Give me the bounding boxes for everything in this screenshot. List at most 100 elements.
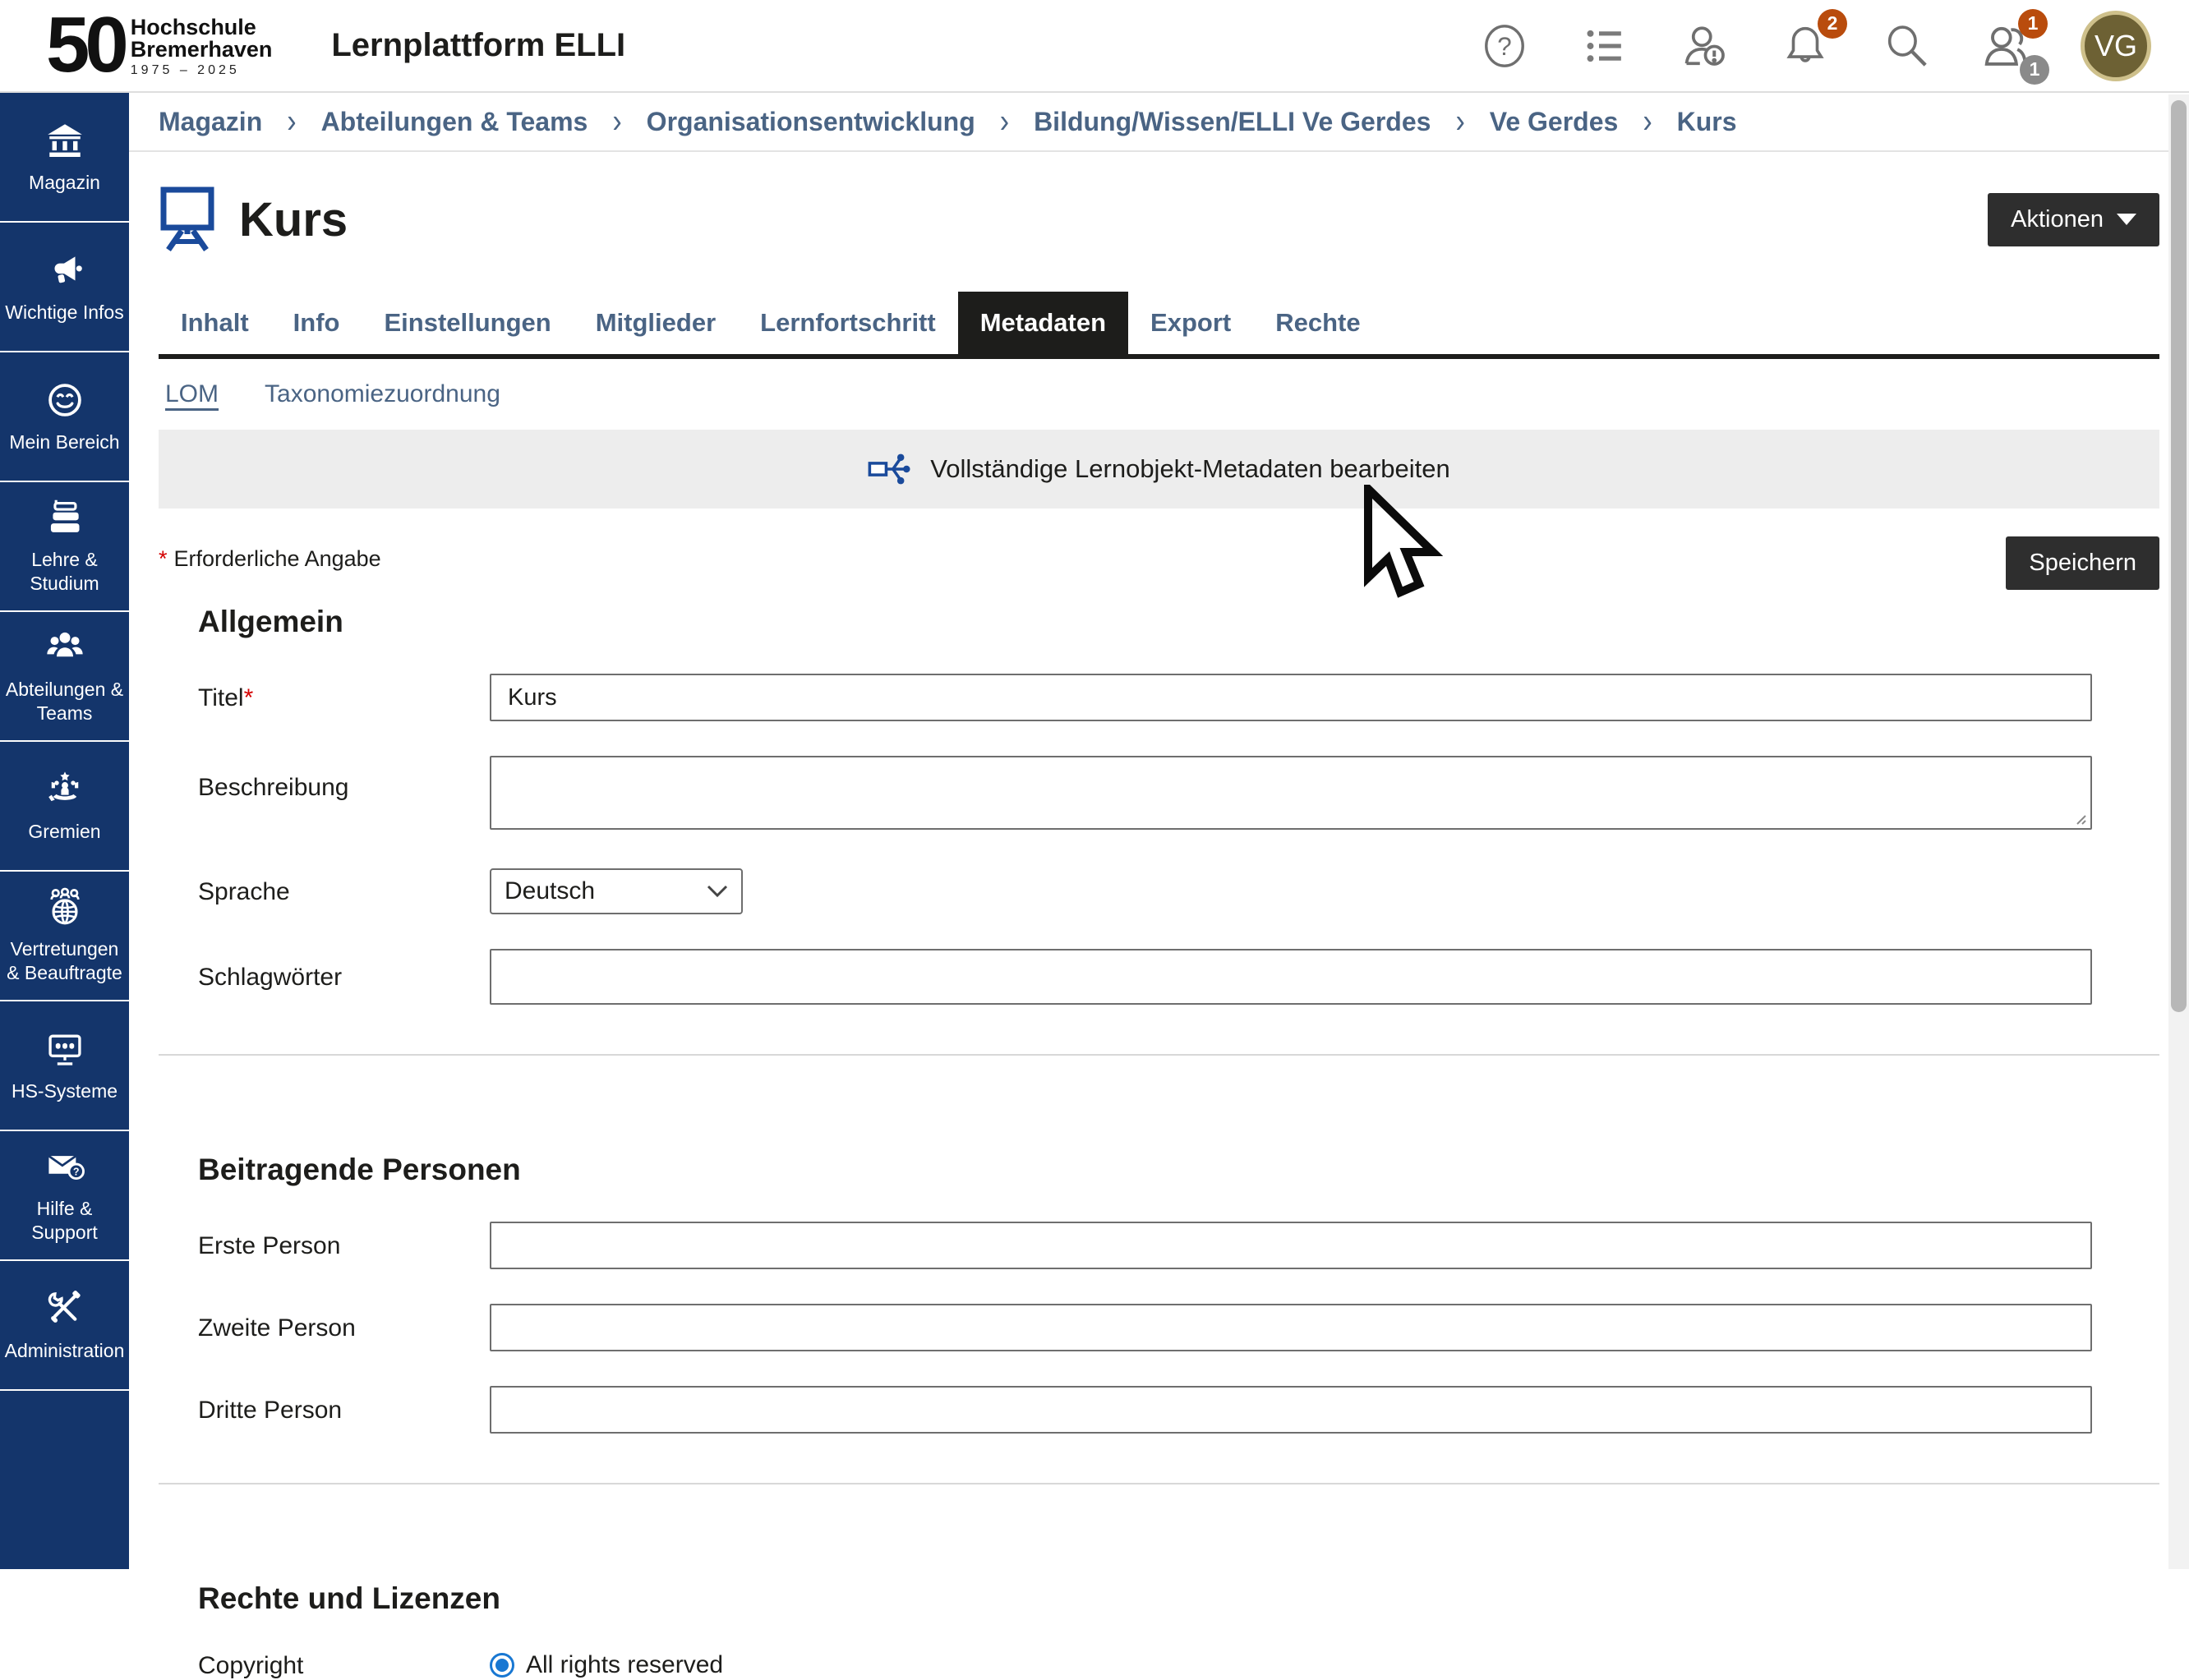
- sidebar-item-label: Administration: [5, 1339, 125, 1363]
- contacts-badge-bottom: 1: [2020, 55, 2049, 85]
- breadcrumb-bildung-wissen[interactable]: Bildung/Wissen/ELLI Ve Gerdes: [1034, 107, 1431, 137]
- contacts-badge-top: 1: [2018, 9, 2048, 39]
- user-awareness-icon[interactable]: [1680, 21, 1730, 71]
- books-icon: [44, 497, 85, 538]
- sidebar-item-hilfe-support[interactable]: ? Hilfe & Support: [0, 1131, 129, 1261]
- tools-icon: [44, 1288, 85, 1329]
- sidebar-item-lehre-studium[interactable]: Lehre & Studium: [0, 482, 129, 612]
- university-logo: 50 Hochschule Bremerhaven 1975 – 2025: [46, 14, 272, 77]
- required-hint: *Erforderliche Angabe: [159, 536, 381, 572]
- course-board-icon: [159, 186, 216, 252]
- section-divider: [159, 1054, 2159, 1056]
- titel-label: Titel*: [198, 683, 490, 712]
- app-title: Lernplattform ELLI: [331, 27, 625, 64]
- breadcrumb-kurs[interactable]: Kurs: [1677, 107, 1737, 137]
- sidebar-item-label: Magazin: [29, 171, 100, 195]
- dritte-person-input[interactable]: [490, 1386, 2092, 1434]
- subtab-bar: LOM Taxonomiezuordnung: [159, 359, 2159, 430]
- schlagwoerter-input[interactable]: [490, 949, 2092, 1005]
- erste-person-label: Erste Person: [198, 1231, 490, 1260]
- breadcrumb-abteilungen[interactable]: Abteilungen & Teams: [321, 107, 588, 137]
- avatar[interactable]: VG: [2081, 11, 2151, 81]
- help-icon[interactable]: ?: [1479, 21, 1530, 71]
- tab-metadaten[interactable]: Metadaten: [958, 292, 1128, 354]
- chevron-right-icon: ›: [287, 103, 296, 141]
- tab-lernfortschritt[interactable]: Lernfortschritt: [738, 292, 958, 354]
- beschreibung-label: Beschreibung: [198, 756, 490, 802]
- section-heading-allgemein: Allgemein: [198, 605, 2159, 639]
- sidebar-item-wichtige-infos[interactable]: Wichtige Infos: [0, 223, 129, 352]
- sidebar-item-label: Lehre & Studium: [5, 548, 124, 596]
- schlagwoerter-label: Schlagwörter: [198, 962, 490, 992]
- monitor-icon: [44, 1029, 85, 1070]
- chevron-down-icon: [707, 885, 728, 898]
- section-heading-beitragende: Beitragende Personen: [198, 1153, 2159, 1187]
- sidebar-item-label: HS-Systeme: [12, 1079, 118, 1103]
- sidebar-item-vertretungen[interactable]: Vertretungen & Beauftragte: [0, 872, 129, 1001]
- sidebar-item-gremien[interactable]: Gremien: [0, 742, 129, 872]
- tab-einstellungen[interactable]: Einstellungen: [362, 292, 573, 354]
- sidebar-item-mein-bereich[interactable]: Mein Bereich: [0, 352, 129, 482]
- tab-bar: Inhalt Info Einstellungen Mitglieder Ler…: [159, 292, 2159, 359]
- committee-icon: [44, 769, 85, 810]
- subtab-taxonomiezuordnung[interactable]: Taxonomiezuordnung: [265, 380, 500, 408]
- sidebar-item-hs-systeme[interactable]: HS-Systeme: [0, 1001, 129, 1131]
- vertical-scrollbar[interactable]: [2168, 94, 2189, 1569]
- search-icon[interactable]: [1880, 21, 1931, 71]
- section-divider: [159, 1483, 2159, 1484]
- svg-text:?: ?: [72, 1167, 79, 1178]
- notifications-bell-icon[interactable]: 2: [1780, 21, 1831, 71]
- sidebar-item-label: Mein Bereich: [9, 430, 119, 454]
- logo-line1: Hochschule: [131, 16, 273, 39]
- sidebar-item-label: Hilfe & Support: [5, 1197, 124, 1245]
- breadcrumb-ve-gerdes[interactable]: Ve Gerdes: [1490, 107, 1619, 137]
- page-title: Kurs: [239, 192, 348, 247]
- breadcrumb-organisationsentwicklung[interactable]: Organisationsentwicklung: [647, 107, 975, 137]
- megaphone-icon: [44, 250, 85, 291]
- scrollbar-thumb[interactable]: [2171, 100, 2187, 1012]
- main-area: Magazin › Abteilungen & Teams › Organisa…: [129, 93, 2189, 1569]
- sprache-selected-value: Deutsch: [505, 877, 707, 905]
- chevron-right-icon: ›: [1455, 103, 1464, 141]
- titel-input[interactable]: [490, 674, 2092, 721]
- tab-mitglieder[interactable]: Mitglieder: [574, 292, 738, 354]
- sidebar-item-label: Vertretungen & Beauftragte: [5, 937, 124, 985]
- contacts-icon[interactable]: 1 1: [1980, 21, 2031, 71]
- chevron-right-icon: ›: [1643, 103, 1652, 141]
- sidebar: Magazin Wichtige Infos Mein Bereich Lehr…: [0, 93, 129, 1569]
- globe-people-icon: [44, 886, 85, 927]
- subtab-lom[interactable]: LOM: [165, 380, 219, 408]
- sidebar-item-administration[interactable]: Administration: [0, 1261, 129, 1391]
- zweite-person-label: Zweite Person: [198, 1313, 490, 1342]
- beschreibung-textarea[interactable]: [490, 756, 2092, 830]
- sprache-label: Sprache: [198, 877, 490, 906]
- speichern-button[interactable]: Speichern: [2006, 536, 2159, 590]
- tab-rechte[interactable]: Rechte: [1253, 292, 1382, 354]
- dritte-person-label: Dritte Person: [198, 1395, 490, 1425]
- edit-full-metadata-banner[interactable]: Vollständige Lernobjekt-Metadaten bearbe…: [159, 430, 2159, 509]
- sprache-select[interactable]: Deutsch: [490, 868, 743, 914]
- sidebar-item-abteilungen-teams[interactable]: Abteilungen & Teams: [0, 612, 129, 742]
- erste-person-input[interactable]: [490, 1222, 2092, 1269]
- tab-export[interactable]: Export: [1128, 292, 1253, 354]
- sidebar-item-label: Abteilungen & Teams: [5, 678, 124, 725]
- sidebar-item-label: Wichtige Infos: [5, 301, 123, 324]
- svg-text:?: ?: [1497, 32, 1511, 61]
- bank-icon: [44, 120, 85, 161]
- section-heading-rechte: Rechte und Lizenzen: [198, 1581, 2159, 1616]
- todo-list-icon[interactable]: [1579, 21, 1630, 71]
- copyright-radio[interactable]: [490, 1653, 514, 1678]
- tab-inhalt[interactable]: Inhalt: [159, 292, 271, 354]
- mail-question-icon: ?: [44, 1146, 85, 1187]
- sidebar-item-magazin[interactable]: Magazin: [0, 93, 129, 223]
- tab-info[interactable]: Info: [271, 292, 362, 354]
- zweite-person-input[interactable]: [490, 1304, 2092, 1351]
- people-group-icon: [44, 627, 85, 668]
- caret-down-icon: [2117, 214, 2136, 225]
- copyright-label: Copyright: [198, 1650, 490, 1680]
- sidebar-item-label: Gremien: [28, 820, 100, 844]
- breadcrumb: Magazin › Abteilungen & Teams › Organisa…: [129, 93, 2189, 152]
- top-header: 50 Hochschule Bremerhaven 1975 – 2025 Le…: [0, 0, 2189, 93]
- aktionen-button[interactable]: Aktionen: [1988, 193, 2159, 246]
- breadcrumb-magazin[interactable]: Magazin: [159, 107, 262, 137]
